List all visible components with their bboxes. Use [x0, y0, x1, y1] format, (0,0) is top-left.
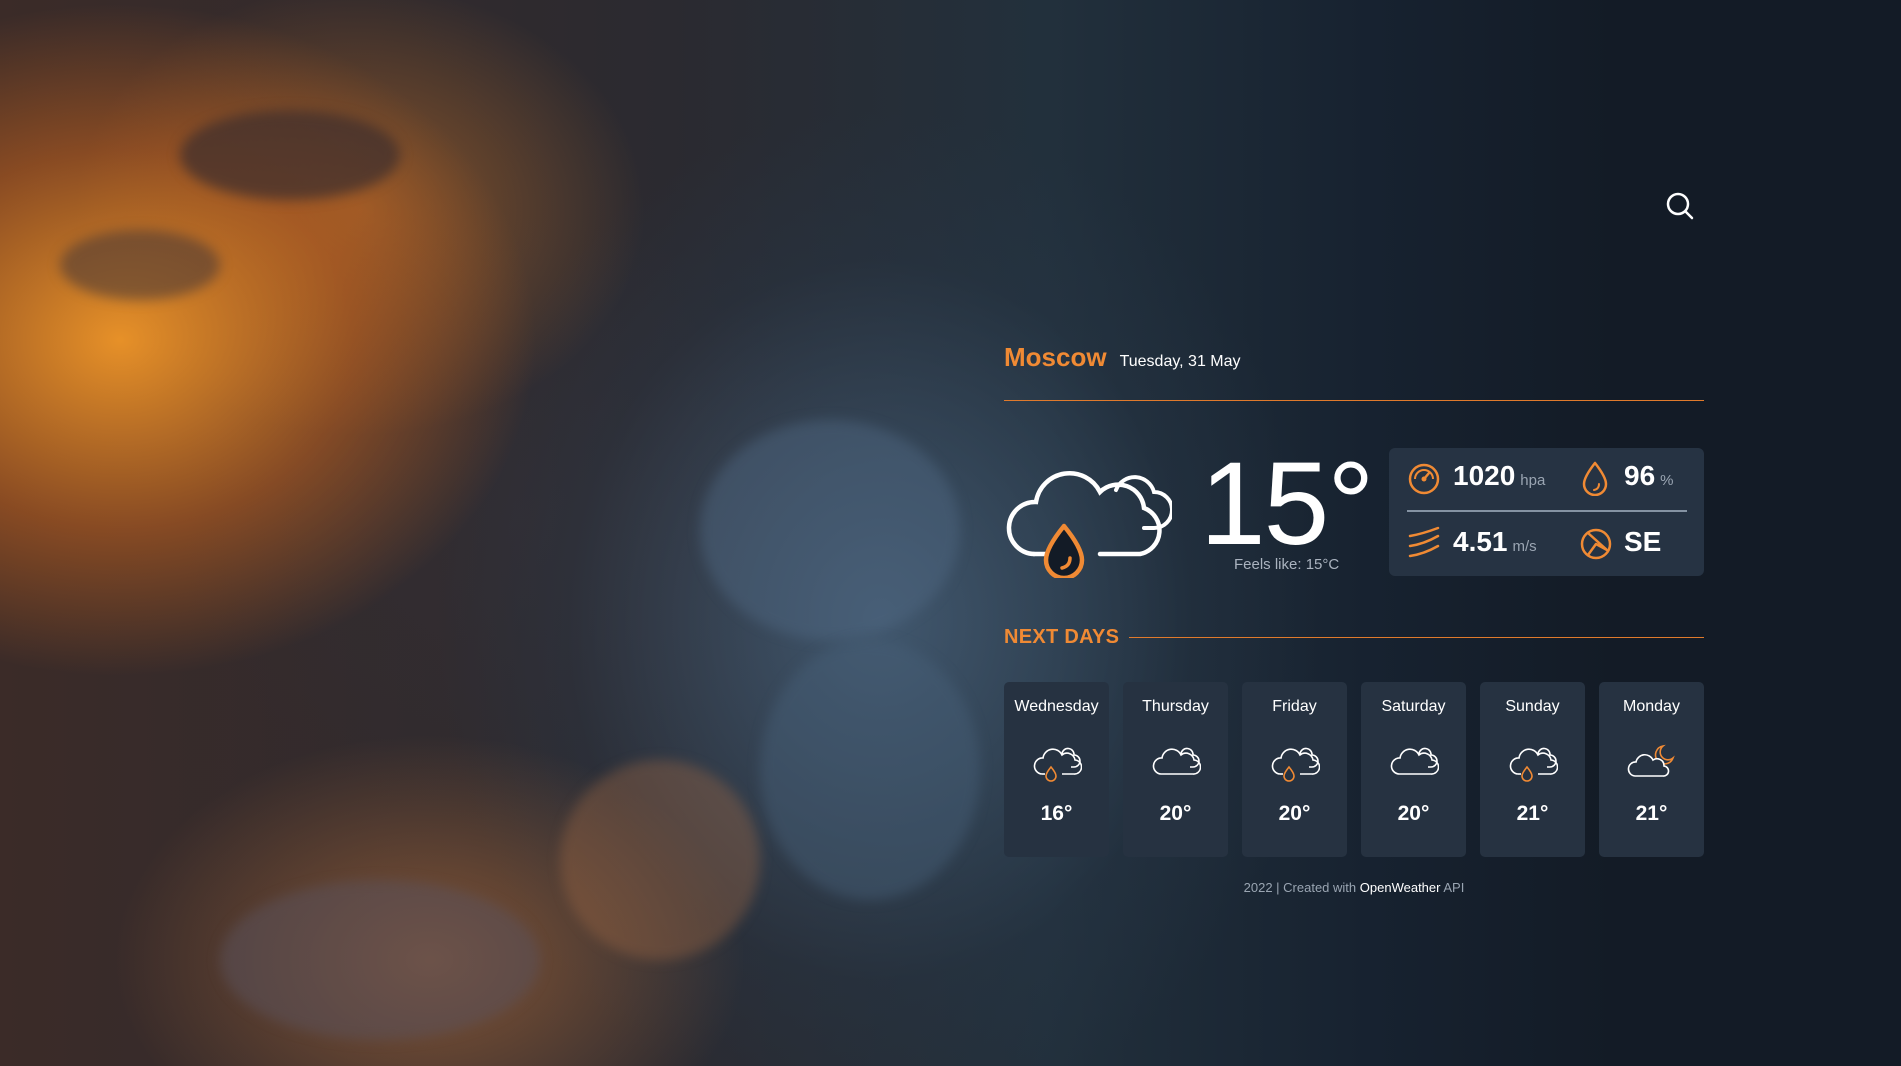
- forecast-temp: 16°: [1040, 802, 1073, 825]
- footer-suffix: API: [1443, 880, 1465, 895]
- forecast-day-name: Wednesday: [1014, 698, 1099, 715]
- pressure-value: 1020: [1453, 460, 1516, 491]
- forecast-temp: 21°: [1635, 802, 1668, 825]
- forecast-day-wednesday[interactable]: Wednesday 16°: [1004, 682, 1109, 857]
- direction-value: SE: [1624, 526, 1662, 557]
- city-name: Moscow: [1004, 342, 1107, 372]
- wind-icon: [1408, 526, 1440, 558]
- forecast-temp: 20°: [1397, 802, 1430, 825]
- cloud-icon: [1152, 747, 1201, 775]
- weather-panel: Moscow Tuesday, 31 May 15° Feels like: 1…: [1004, 342, 1704, 895]
- next-days-header: NEXT DAYS: [1004, 626, 1704, 649]
- wind-stat: 4.51 m/s: [1453, 526, 1537, 558]
- cloud-icon: [1390, 747, 1439, 775]
- footer: 2022 | Created with OpenWeather API: [1004, 880, 1704, 895]
- footer-prefix: 2022 | Created with: [1243, 880, 1357, 895]
- search-button[interactable]: [1664, 190, 1698, 224]
- forecast-list: Wednesday 16° Thursday 20° Friday 20° Sa…: [1004, 682, 1704, 857]
- humidity-value: 96: [1624, 460, 1656, 491]
- forecast-day-sunday[interactable]: Sunday 21°: [1480, 682, 1585, 857]
- weather-stats-card: 1020 hpa 96 % 4.51 m/s SE: [1389, 448, 1704, 576]
- forecast-day-name: Monday: [1623, 698, 1680, 715]
- gauge-icon: [1408, 463, 1440, 495]
- feels-like: Feels like: 15°C: [1234, 556, 1340, 573]
- cloud-rain-icon: [1033, 747, 1082, 782]
- next-days-title: NEXT DAYS: [1004, 626, 1120, 648]
- forecast-day-friday[interactable]: Friday 20°: [1242, 682, 1347, 857]
- stats-divider: [1407, 510, 1687, 512]
- cloud-moon-icon: [1627, 744, 1675, 777]
- forecast-temp: 20°: [1159, 802, 1192, 825]
- wind-unit: m/s: [1512, 538, 1537, 555]
- forecast-day-monday[interactable]: Monday 21°: [1599, 682, 1704, 857]
- location-header: Moscow Tuesday, 31 May: [1004, 342, 1704, 401]
- pressure-unit: hpa: [1520, 472, 1546, 489]
- forecast-day-name: Saturday: [1381, 698, 1446, 715]
- humidity-stat: 96 %: [1624, 460, 1674, 492]
- forecast-temp: 20°: [1278, 802, 1311, 825]
- compass-icon: [1580, 528, 1612, 560]
- search-icon: [1666, 192, 1694, 220]
- current-weather: 15° Feels like: 15°C 1020 hpa 96 % 4.51 …: [1004, 438, 1704, 582]
- pressure-stat: 1020 hpa: [1453, 460, 1545, 492]
- current-temperature: 15°: [1200, 438, 1374, 570]
- forecast-day-name: Sunday: [1505, 698, 1560, 715]
- humidity-unit: %: [1660, 472, 1674, 489]
- direction-stat: SE: [1624, 526, 1661, 558]
- forecast-day-saturday[interactable]: Saturday 20°: [1361, 682, 1466, 857]
- forecast-day-thursday[interactable]: Thursday 20°: [1123, 682, 1228, 857]
- forecast-day-name: Thursday: [1142, 698, 1209, 715]
- cloud-rain-icon: [1509, 747, 1558, 782]
- droplet-icon: [1582, 461, 1608, 496]
- wind-value: 4.51: [1453, 526, 1508, 557]
- forecast-day-name: Friday: [1272, 698, 1317, 715]
- forecast-temp: 21°: [1516, 802, 1549, 825]
- openweather-link[interactable]: OpenWeather: [1360, 880, 1441, 895]
- next-days-divider: [1129, 636, 1704, 639]
- cloud-rain-icon: [1271, 747, 1320, 782]
- cloud-rain-icon: [1006, 470, 1172, 578]
- current-date: Tuesday, 31 May: [1119, 353, 1241, 370]
